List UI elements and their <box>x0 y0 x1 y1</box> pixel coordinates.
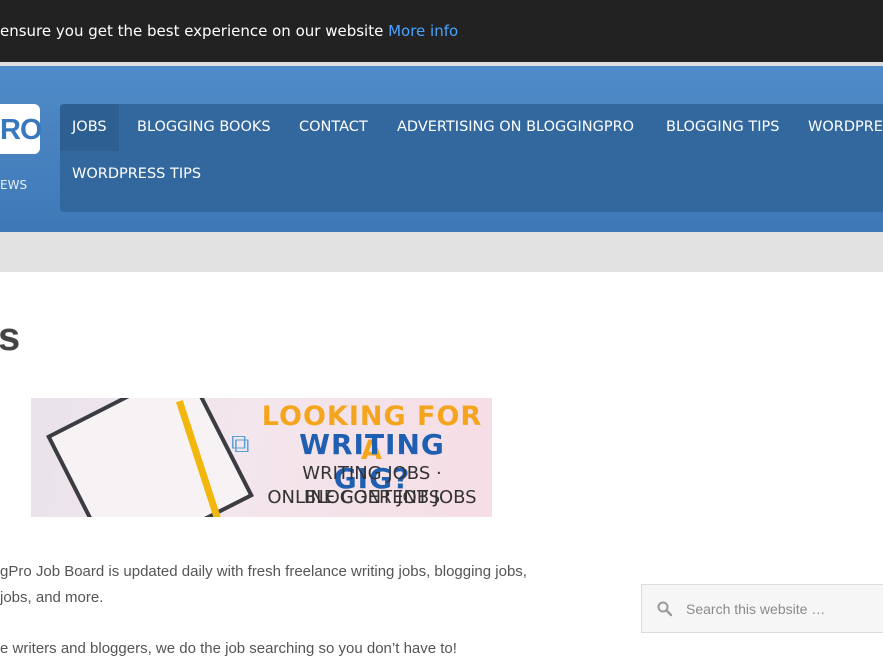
banner-subline2: ONLINE CONTENT JOBS <box>267 487 477 508</box>
main-navigation: JOBS BLOGGING BOOKS CONTACT ADVERTISING … <box>60 104 883 212</box>
cookie-notice-bar: ensure you get the best experience on ou… <box>0 0 883 62</box>
writing-gig-banner[interactable]: ⧉ LOOKING FOR A WRITING GIG? WRITING JOB… <box>31 398 492 517</box>
notebook-illustration <box>46 398 254 517</box>
cookie-notice-text: ensure you get the best experience on ou… <box>0 22 384 40</box>
intro-paragraph-2: e writers and bloggers, we do the job se… <box>0 640 457 657</box>
search-input[interactable] <box>682 585 883 632</box>
nav-item-wordpress[interactable]: WORDPRE <box>796 104 883 151</box>
paperclips-icon: ⧉ <box>231 428 250 458</box>
page-title: s <box>0 315 21 359</box>
search-icon <box>657 601 673 617</box>
nav-item-jobs[interactable]: JOBS <box>60 104 119 151</box>
logo-text[interactable]: RO <box>0 114 42 147</box>
breadcrumb-bar <box>0 232 883 272</box>
nav-item-blogging-books[interactable]: BLOGGING BOOKS <box>125 104 283 151</box>
logo-tagline: EWS <box>0 178 28 192</box>
nav-item-wordpress-tips[interactable]: WORDPRESS TIPS <box>60 151 213 198</box>
nav-item-blogging-tips[interactable]: BLOGGING TIPS <box>654 104 791 151</box>
intro-paragraph-line1: gPro Job Board is updated daily with fre… <box>0 563 527 580</box>
site-header: RO EWS JOBS BLOGGING BOOKS CONTACT ADVER… <box>0 66 883 232</box>
nav-item-contact[interactable]: CONTACT <box>287 104 380 151</box>
search-widget <box>641 584 883 633</box>
nav-item-advertising[interactable]: ADVERTISING ON BLOGGINGPRO <box>385 104 646 151</box>
more-info-link[interactable]: More info <box>388 22 458 40</box>
intro-paragraph-line2: jobs, and more. <box>0 589 104 606</box>
